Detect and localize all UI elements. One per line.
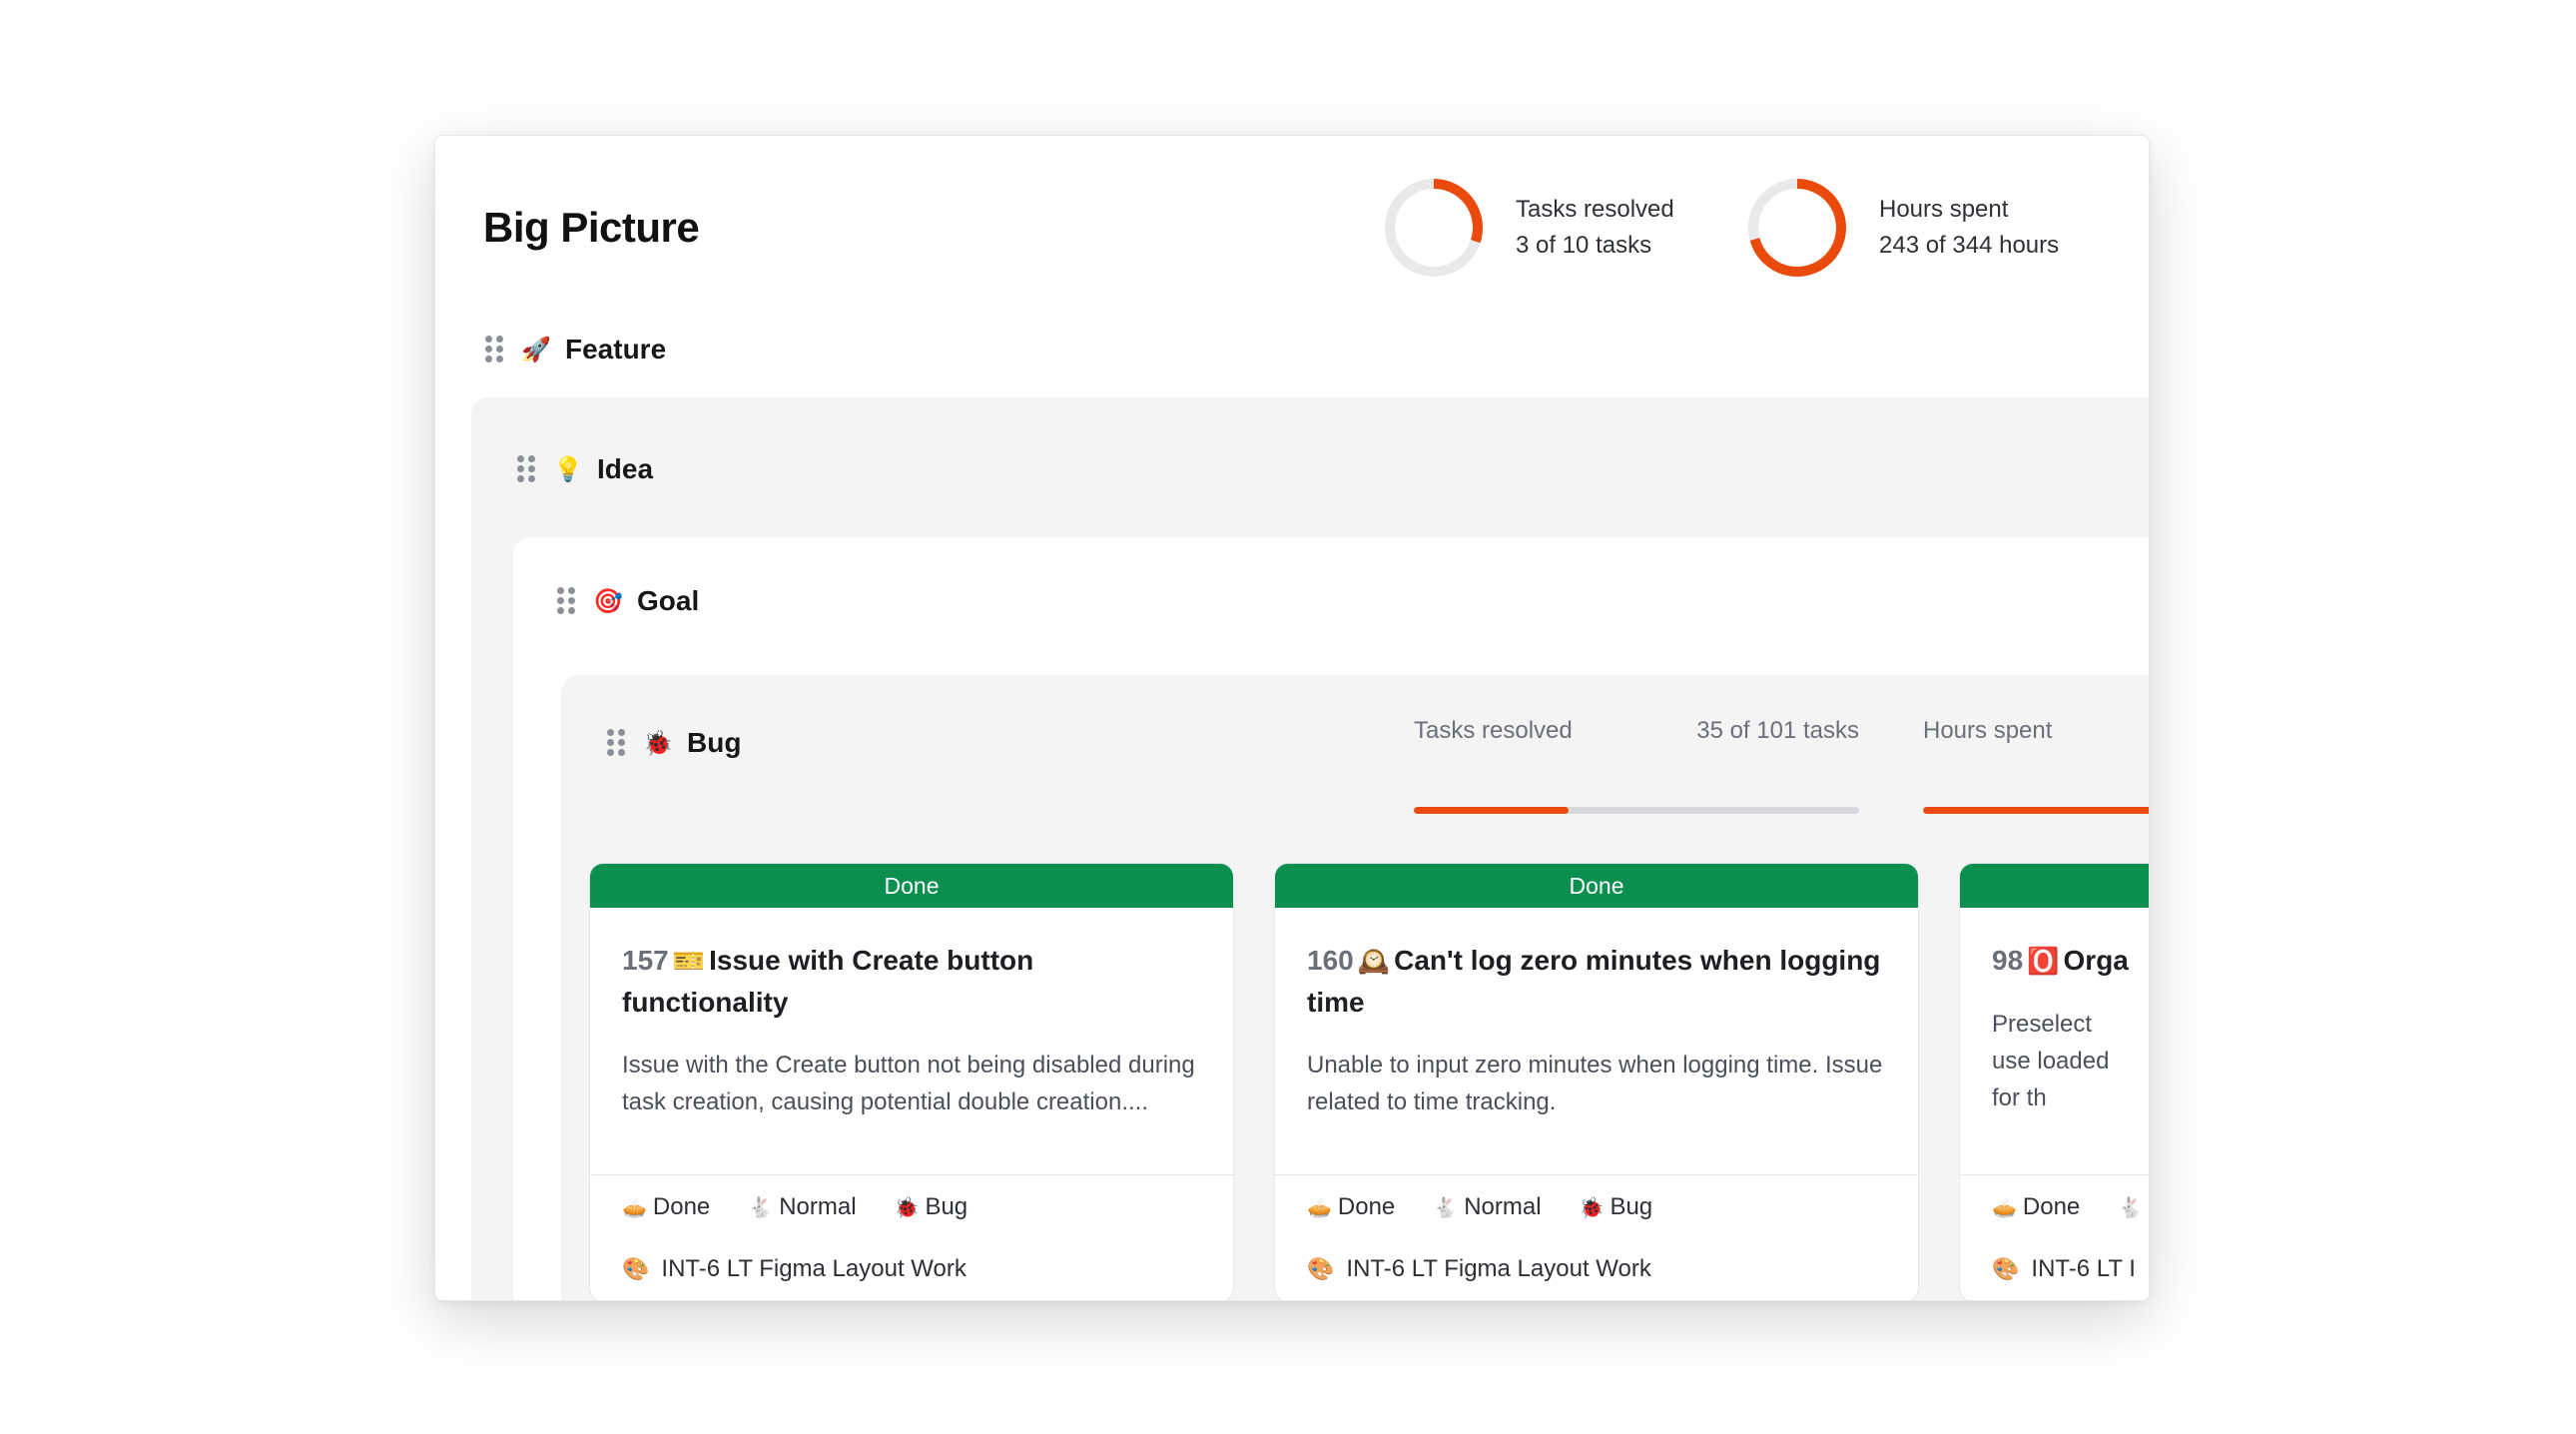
priority-chip[interactable]: 🐇 — [2118, 1193, 2149, 1221]
type-chip[interactable]: 🐞 Bug — [1580, 1193, 1653, 1221]
task-description: Issue with the Create button not being d… — [622, 1052, 1195, 1115]
row-bug[interactable]: 🐞 Bug — [607, 727, 741, 759]
rocket-icon: 🚀 — [521, 336, 551, 363]
stat-hours-value: 243 of 344 hours — [1879, 232, 2060, 259]
task-title[interactable]: 160 🕰️ Can't log zero minutes when logging… — [1275, 908, 1918, 1023]
group-goal: 🎯 Goal 🐞 Bug Tasks resolved 35 of 101 ta… — [513, 537, 2149, 1300]
stat-tasks-resolved: Tasks resolved 3 of 10 tasks — [1382, 176, 1674, 280]
status-banner: Done — [1275, 864, 1918, 908]
page-title: Big Picture — [483, 204, 700, 251]
project-link[interactable]: 🎨 INT-6 LT Figma Layout Work — [622, 1255, 966, 1283]
priority-chip[interactable]: 🐇 Normal — [1433, 1193, 1541, 1221]
stat-tasks-label: Tasks resolved — [1516, 196, 1674, 223]
task-title[interactable]: 157 🎫 Issue with Create button functionali… — [590, 908, 1233, 1023]
status-chip[interactable]: 🥧 Done — [1307, 1193, 1395, 1221]
palette-icon: 🎨 — [1307, 1256, 1335, 1281]
project-link[interactable]: 🎨 INT-6 LT I — [1992, 1255, 2136, 1283]
task-title-text: Orga — [2063, 945, 2129, 976]
stat-hours-spent: Hours spent 243 of 344 hours — [1745, 176, 2059, 280]
task-card[interactable]: Done 160 🕰️ Can't log zero minutes when lo… — [1274, 863, 1919, 1300]
status-chip-label: Done — [652, 1193, 711, 1220]
hours-progress-ring — [1748, 179, 1846, 277]
bug-hours-label: Hours spent — [1923, 717, 2053, 744]
bug-icon: 🐞 — [643, 729, 673, 757]
status-chip[interactable]: 🥧 Done — [1992, 1193, 2080, 1221]
rabbit-icon: 🐇 — [1433, 1197, 1459, 1219]
stat-hours-label: Hours spent — [1879, 196, 2009, 223]
bug-hours-bar — [1923, 807, 2149, 814]
status-banner — [1960, 864, 2149, 908]
o-button-icon: 🅾️ — [2027, 946, 2060, 976]
row-goal-label: Goal — [637, 585, 700, 616]
bug-tasks-bar — [1414, 807, 1859, 814]
row-idea-label: Idea — [597, 453, 654, 484]
priority-chip-label: Normal — [1464, 1193, 1542, 1220]
clock-icon: 🕰️ — [1357, 946, 1391, 976]
drag-handle-icon[interactable] — [607, 729, 627, 757]
lightbulb-icon: 💡 — [553, 455, 583, 483]
task-number: 98 — [1992, 945, 2024, 976]
tasks-progress-ring — [1385, 179, 1483, 277]
task-meta: 🥧 Done 🐇 — [1992, 1193, 2149, 1221]
task-title[interactable]: 98 🅾️ Orga — [1960, 908, 2149, 982]
type-chip-label: Bug — [925, 1193, 968, 1220]
bug-icon: 🐞 — [1579, 1197, 1605, 1219]
task-number: 157 — [622, 945, 669, 976]
type-chip-label: Bug — [1610, 1193, 1653, 1220]
drag-handle-icon[interactable] — [485, 336, 505, 363]
group-bug: 🐞 Bug Tasks resolved 35 of 101 tasks Hou… — [561, 675, 2149, 1300]
status-chip-label: Done — [2022, 1193, 2081, 1220]
status-icon: 🥧 — [622, 1197, 647, 1219]
status-chip[interactable]: 🥧 Done — [622, 1193, 710, 1221]
task-description: Preselect use loaded for th — [1992, 1011, 2110, 1111]
row-bug-label: Bug — [687, 727, 742, 758]
task-description: Unable to input zero minutes when loggin… — [1307, 1052, 1883, 1115]
task-meta: 🥧 Done 🐇 Normal 🐞 Bug — [622, 1193, 1005, 1221]
project-label: INT-6 LT I — [2031, 1255, 2136, 1282]
drag-handle-icon[interactable] — [517, 455, 537, 483]
card-divider — [590, 1174, 1233, 1175]
priority-chip[interactable]: 🐇 Normal — [748, 1193, 856, 1221]
rabbit-icon: 🐇 — [2118, 1197, 2144, 1219]
bug-icon: 🐞 — [894, 1197, 920, 1219]
project-label: INT-6 LT Figma Layout Work — [1346, 1255, 1651, 1282]
big-picture-panel: Big Picture Tasks resolved 3 of 10 tasks… — [434, 135, 2150, 1301]
drag-handle-icon[interactable] — [557, 587, 577, 615]
stat-tasks-value: 3 of 10 tasks — [1516, 232, 1652, 259]
target-icon: 🎯 — [593, 587, 623, 615]
palette-icon: 🎨 — [1992, 1256, 2020, 1281]
priority-chip-label: Normal — [779, 1193, 857, 1220]
row-goal[interactable]: 🎯 Goal — [557, 585, 699, 617]
status-chip-label: Done — [1337, 1193, 1396, 1220]
bug-tasks-value: 35 of 101 tasks — [1696, 717, 1859, 744]
status-icon: 🥧 — [1307, 1197, 1332, 1219]
card-divider — [1960, 1174, 2149, 1175]
project-label: INT-6 LT Figma Layout Work — [661, 1255, 966, 1282]
palette-icon: 🎨 — [622, 1256, 650, 1281]
row-idea[interactable]: 💡 Idea — [517, 453, 653, 485]
row-feature-label: Feature — [565, 334, 667, 364]
status-icon: 🥧 — [1992, 1197, 2017, 1219]
task-card[interactable]: 98 🅾️ Orga Preselect use loaded for th 🥧 Do… — [1959, 863, 2149, 1300]
task-meta: 🥧 Done 🐇 Normal 🐞 Bug — [1307, 1193, 1690, 1221]
bug-tasks-label: Tasks resolved — [1414, 717, 1573, 744]
ticket-icon: 🎫 — [672, 946, 706, 976]
type-chip[interactable]: 🐞 Bug — [895, 1193, 968, 1221]
status-banner: Done — [590, 864, 1233, 908]
group-idea: 💡 Idea 🎯 Goal 🐞 Bug Tasks resolved 35 of… — [471, 397, 2149, 1300]
project-link[interactable]: 🎨 INT-6 LT Figma Layout Work — [1307, 1255, 1651, 1283]
row-feature[interactable]: 🚀 Feature — [485, 334, 666, 365]
card-divider — [1275, 1174, 1918, 1175]
task-number: 160 — [1307, 945, 1354, 976]
task-title-text: Can't log zero minutes when logging time — [1307, 945, 1881, 1018]
rabbit-icon: 🐇 — [748, 1197, 774, 1219]
task-card[interactable]: Done 157 🎫 Issue with Create button functi… — [589, 863, 1234, 1300]
